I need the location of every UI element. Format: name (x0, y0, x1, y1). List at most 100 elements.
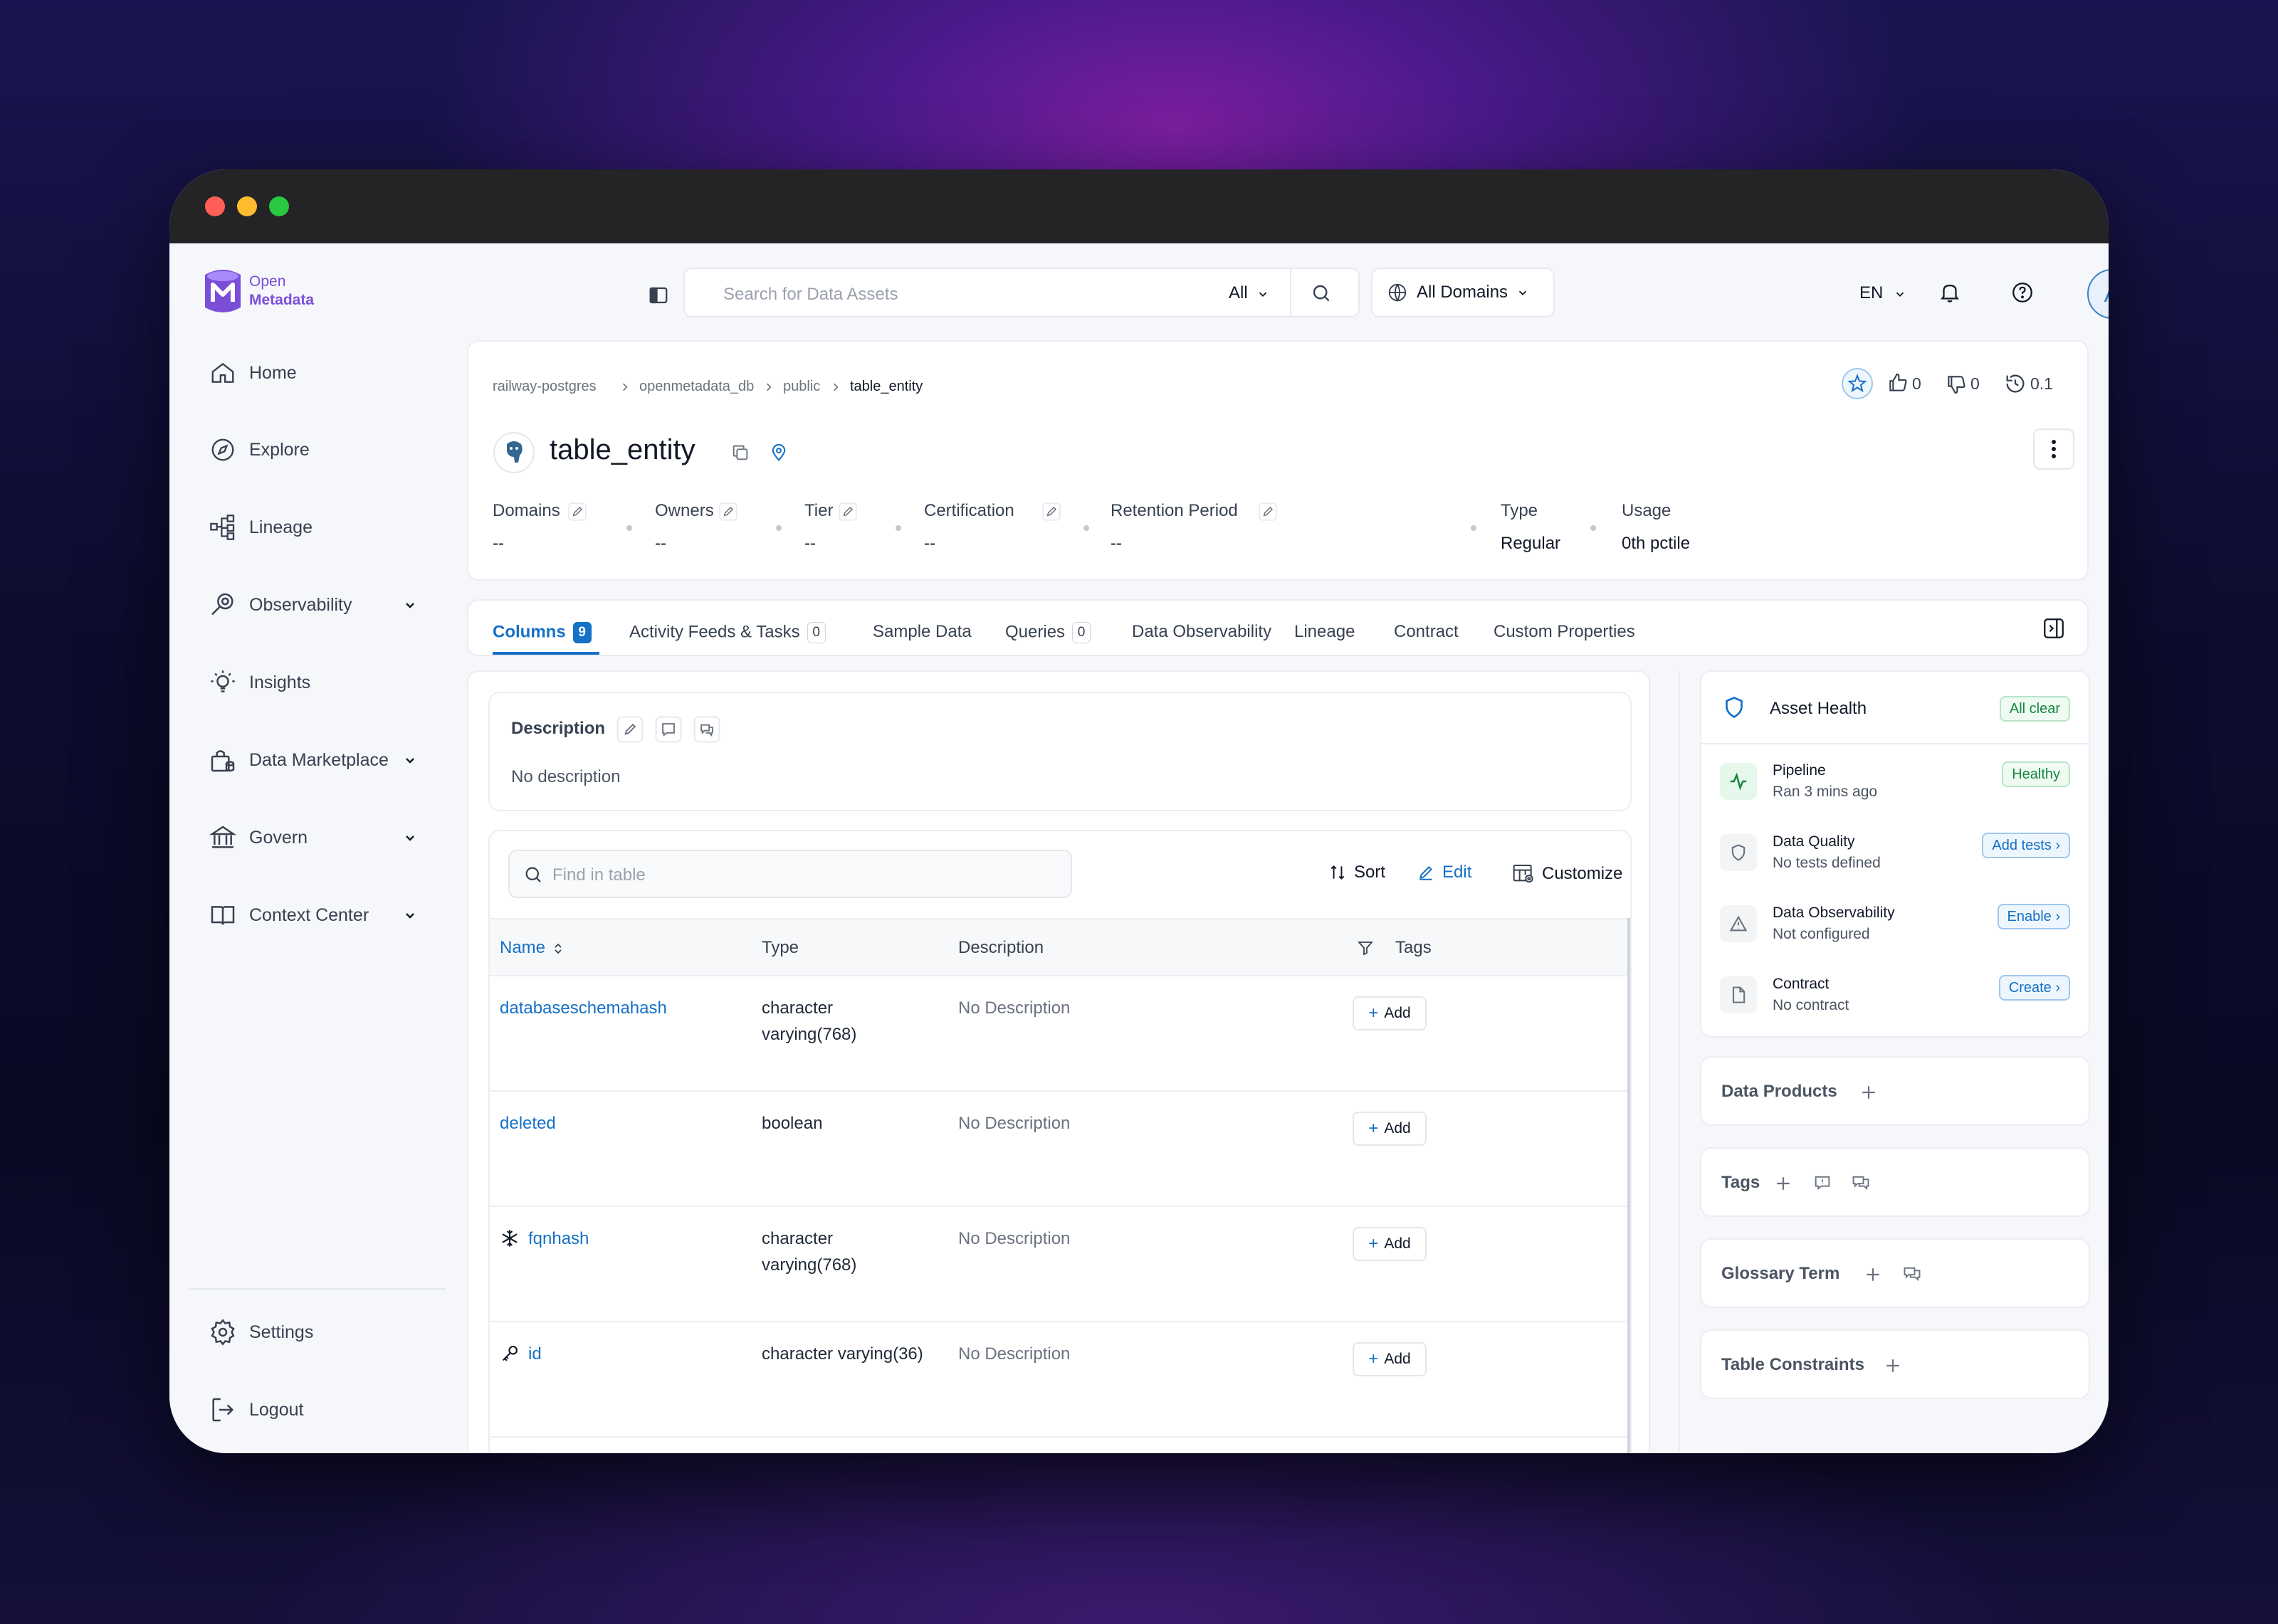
search-icon[interactable] (1310, 282, 1333, 305)
sidebar-item-settings[interactable]: Settings (206, 1311, 427, 1354)
likes-count: 0 (1912, 374, 1921, 393)
chevron-down-icon[interactable] (403, 908, 417, 922)
home-icon (206, 357, 239, 389)
plus-icon[interactable] (1858, 1082, 1879, 1103)
plus-icon[interactable] (1773, 1173, 1794, 1194)
sidebar-toggle-icon[interactable] (648, 285, 669, 306)
sidebar-item-lineage[interactable]: Lineage (206, 506, 427, 549)
breadcrumb-item[interactable]: openmetadata_db (639, 379, 754, 395)
postgres-icon (493, 432, 535, 473)
add-tag-button[interactable]: + Add (1353, 1112, 1427, 1146)
filter-icon[interactable] (1357, 939, 1374, 956)
maximize-window-button[interactable] (269, 196, 289, 216)
edit-button[interactable]: Edit (1417, 863, 1471, 882)
enable-button[interactable]: Enable › (1997, 904, 2070, 929)
sort-button[interactable]: Sort (1328, 863, 1385, 882)
thumbs-up-icon[interactable] (1886, 371, 1909, 394)
chevron-down-icon[interactable] (403, 598, 417, 612)
sidebar-item-context-center[interactable]: Context Center (206, 894, 427, 937)
tab-contract[interactable]: Contract (1394, 622, 1459, 642)
tab-lineage[interactable]: Lineage (1294, 622, 1355, 642)
sort-label: Sort (1354, 863, 1386, 882)
edit-pencil-icon (1419, 866, 1432, 880)
version-number[interactable]: 0.1 (2030, 374, 2053, 394)
add-tag-button[interactable]: + Add (1353, 1342, 1427, 1376)
thumbs-down-icon[interactable] (1945, 373, 1968, 396)
history-icon[interactable] (2003, 371, 2027, 396)
star-follow-icon[interactable] (1841, 367, 1874, 400)
health-item-data-quality: Data Quality No tests defined Add tests › (1720, 817, 2070, 888)
status-badge: All clear (1999, 696, 2070, 722)
plus-icon[interactable] (1862, 1264, 1884, 1285)
tab-custom-properties[interactable]: Custom Properties (1494, 622, 1635, 642)
add-tests-button[interactable]: Add tests › (1982, 833, 2070, 858)
sidebar-item-observability[interactable]: Observability (206, 584, 427, 626)
sidebar-item-home[interactable]: Home (206, 352, 427, 394)
tab-data-observability[interactable]: Data Observability (1132, 622, 1271, 642)
column-name-link[interactable]: databaseschemahash (500, 995, 667, 1021)
column-name-link[interactable]: fqnhash (528, 1225, 589, 1252)
sidebar-item-data-marketplace[interactable]: Data Marketplace (206, 739, 427, 781)
edit-pencil-icon[interactable] (839, 502, 857, 521)
copy-icon[interactable] (730, 443, 750, 463)
column-name-link[interactable]: id (528, 1341, 542, 1367)
column-name-link[interactable]: deleted (500, 1110, 556, 1137)
table-row: fqnhash character varying(768) No Descrip… (490, 1206, 1630, 1321)
add-tag-button[interactable]: + Add (1353, 996, 1427, 1030)
domains-select[interactable]: All Domains (1371, 268, 1555, 317)
find-in-table-input[interactable]: Find in table (508, 850, 1072, 898)
language-select[interactable]: EN (1859, 283, 1906, 303)
description-value: No description (511, 767, 621, 786)
tab-columns[interactable]: Columns 9 (493, 622, 592, 643)
customize-button[interactable]: Customize (1512, 863, 1622, 885)
brand-logo[interactable]: Open Metadata (202, 268, 314, 315)
create-contract-button[interactable]: Create › (1998, 975, 2070, 1001)
location-pin-icon[interactable] (769, 443, 789, 463)
close-window-button[interactable] (205, 196, 225, 216)
conversation-icon[interactable] (1902, 1264, 1922, 1284)
pulse-icon (1720, 763, 1757, 800)
plus-icon[interactable] (1882, 1355, 1904, 1376)
more-options-button[interactable] (2033, 428, 2074, 470)
add-tag-button[interactable]: + Add (1353, 1227, 1427, 1261)
bell-icon[interactable] (1938, 280, 1962, 305)
health-item-title: Contract (1773, 976, 1830, 992)
breadcrumb-item[interactable]: railway-postgres (493, 379, 597, 395)
sidebar-item-explore[interactable]: Explore (206, 428, 427, 471)
chevron-down-icon (1896, 292, 1904, 297)
avatar[interactable]: A (2087, 269, 2109, 319)
sidebar-item-insights[interactable]: Insights (206, 661, 427, 704)
help-icon[interactable] (2010, 280, 2035, 305)
conversation-icon[interactable] (1851, 1173, 1871, 1193)
breadcrumb-item[interactable]: public (783, 379, 820, 395)
edit-pencil-icon[interactable] (568, 502, 587, 521)
search-icon (525, 867, 541, 882)
description-card: Description No description (488, 692, 1632, 811)
domains-meta-label: Domains (493, 501, 560, 520)
tab-sample-data[interactable]: Sample Data (873, 622, 972, 642)
minimize-window-button[interactable] (237, 196, 257, 216)
panel-toggle-icon[interactable] (2042, 616, 2066, 640)
plus-icon: + (1368, 1349, 1379, 1369)
conversation-icon[interactable] (693, 716, 720, 743)
tab-queries[interactable]: Queries 0 (1005, 622, 1091, 643)
column-header-name[interactable]: Name (500, 938, 563, 958)
meta-separator (626, 525, 632, 531)
global-search[interactable]: Search for Data Assets All (683, 268, 1360, 317)
sidebar-item-logout[interactable]: Logout (206, 1388, 427, 1431)
request-description-icon[interactable] (655, 716, 682, 743)
search-scope-select[interactable]: All (1229, 283, 1269, 303)
chevron-down-icon[interactable] (403, 753, 417, 767)
request-tags-icon[interactable] (1812, 1173, 1832, 1193)
chevron-down-icon[interactable] (403, 831, 417, 845)
sidebar-item-govern[interactable]: Govern (206, 816, 427, 859)
chevron-down-icon (1518, 290, 1527, 295)
compass-icon (206, 433, 239, 466)
edit-pencil-icon[interactable] (719, 502, 738, 521)
edit-pencil-icon[interactable] (1259, 502, 1277, 521)
edit-pencil-icon[interactable] (1042, 502, 1061, 521)
tab-activity-feeds[interactable]: Activity Feeds & Tasks 0 (629, 622, 826, 643)
type-meta-label: Type (1501, 501, 1538, 520)
search-input[interactable]: Search for Data Assets (723, 285, 898, 305)
edit-pencil-icon[interactable] (616, 716, 644, 743)
